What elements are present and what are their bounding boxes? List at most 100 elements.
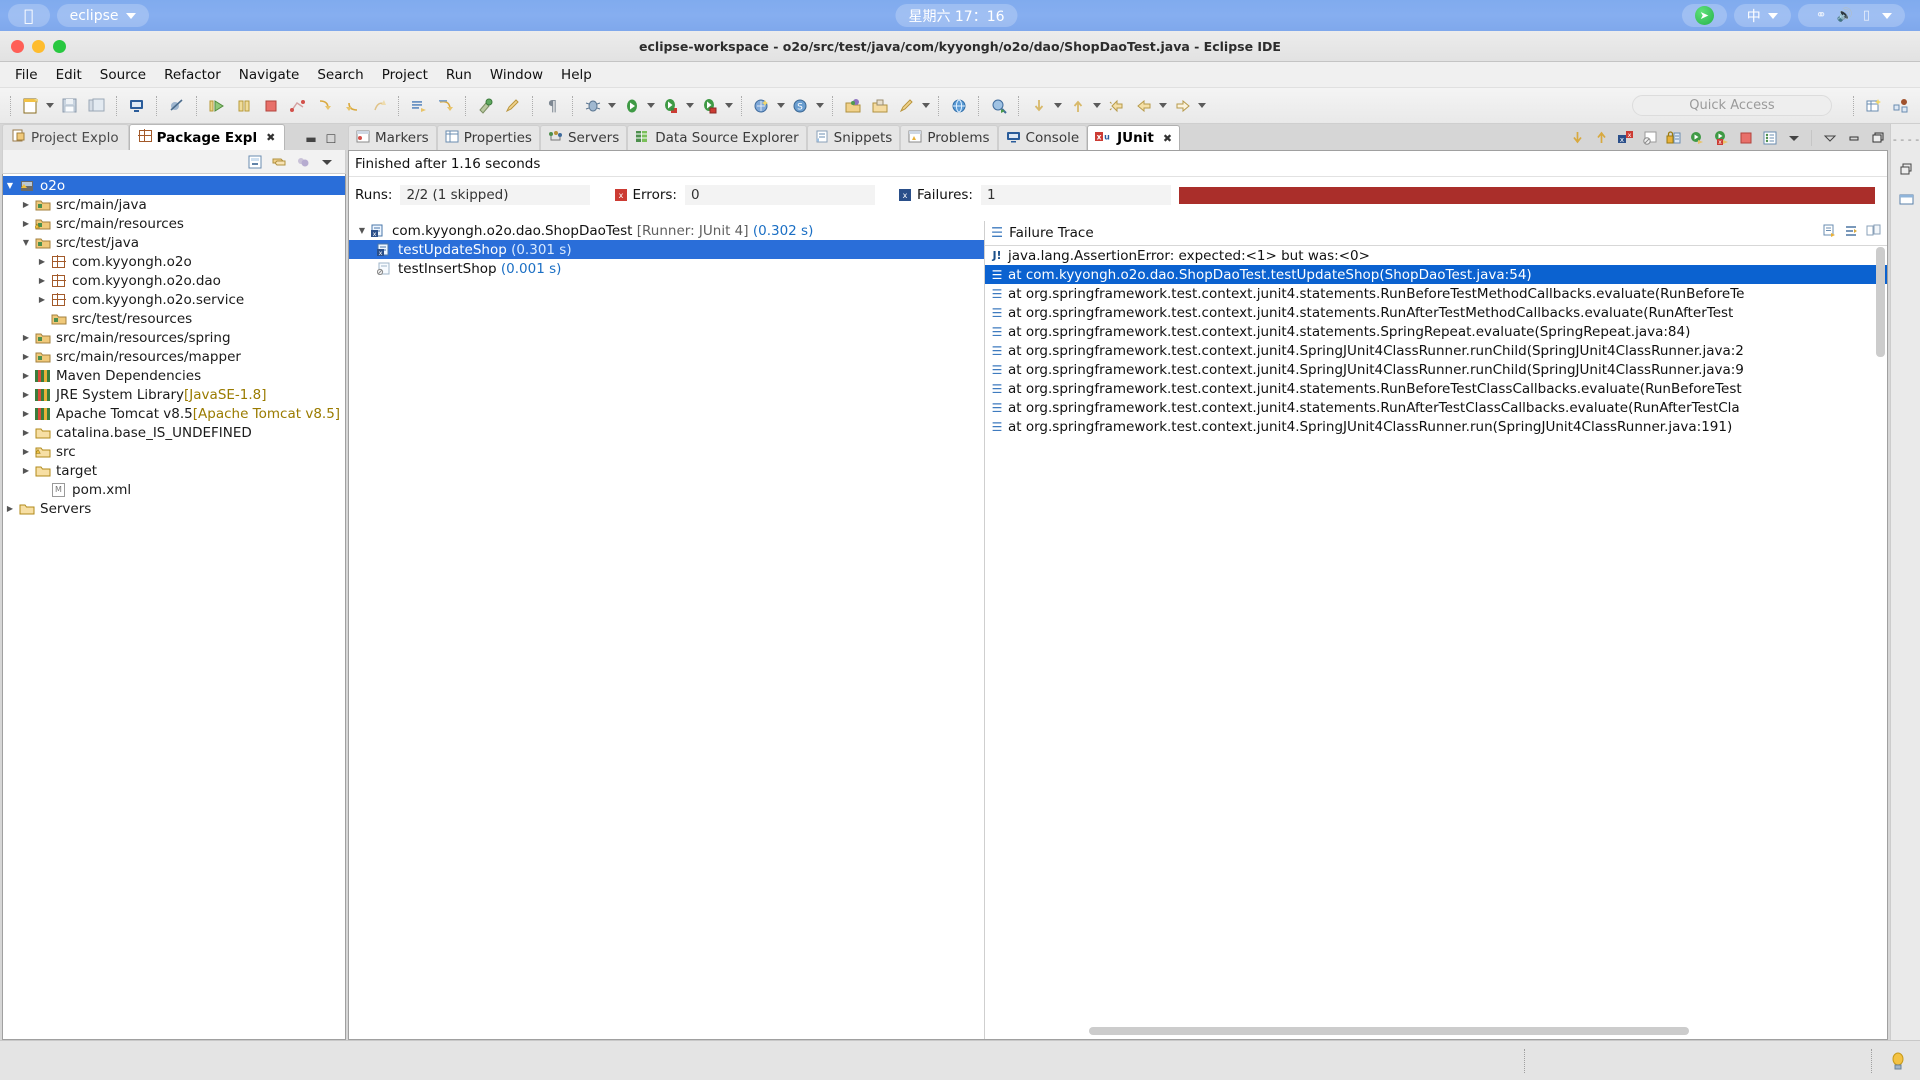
view-menu-icon[interactable] xyxy=(317,152,337,172)
last-edit-location-icon[interactable] xyxy=(1105,94,1128,117)
minimize-icon[interactable] xyxy=(1843,127,1864,148)
open-type-icon[interactable] xyxy=(841,94,864,117)
volume-icon[interactable]: 🔊 xyxy=(1837,8,1853,23)
run-config-icon[interactable] xyxy=(698,94,721,117)
restore-view-icon[interactable] xyxy=(1891,154,1920,184)
previous-annotation-dropdown-icon[interactable] xyxy=(1091,95,1103,117)
battery-icon[interactable]: ▯ xyxy=(1863,8,1870,23)
tree-item-src-test-resources[interactable]: src/test/resources xyxy=(3,309,345,328)
tab-markers[interactable]: Markers xyxy=(348,125,437,150)
system-status-group[interactable]: ⚭ 🔊 ▯ xyxy=(1797,4,1905,27)
new-class-icon[interactable]: S xyxy=(789,94,812,117)
tab-package-explorer[interactable]: Package Expl ✖ xyxy=(128,124,286,150)
twisty-down-icon[interactable]: ▼ xyxy=(355,226,369,235)
new-java-project-dropdown-icon[interactable] xyxy=(775,95,787,117)
failure-trace-list[interactable]: J! java.lang.AssertionError: expected:<1… xyxy=(985,246,1887,436)
twisty-right-icon[interactable]: ▶ xyxy=(35,257,49,266)
tree-item-apache-tomcat[interactable]: ▶ Apache Tomcat v8.5 [Apache Tomcat v8.5… xyxy=(3,404,345,423)
close-icon[interactable]: ✖ xyxy=(266,131,275,144)
bluetooth-icon[interactable]: ⚭ xyxy=(1816,8,1827,23)
failure-trace-frame[interactable]: ☰ at org.springframework.test.context.ju… xyxy=(985,379,1887,398)
pencil-icon[interactable] xyxy=(895,94,918,117)
back-dropdown-icon[interactable] xyxy=(1157,95,1169,117)
stop-icon[interactable] xyxy=(1735,127,1756,148)
step-into-icon[interactable] xyxy=(313,94,336,117)
menu-run[interactable]: Run xyxy=(437,65,481,85)
focus-on-active-task-icon[interactable] xyxy=(293,152,313,172)
twisty-right-icon[interactable]: ▶ xyxy=(19,390,33,399)
disconnect-icon[interactable] xyxy=(286,94,309,117)
save-icon[interactable] xyxy=(58,94,81,117)
menu-window[interactable]: Window xyxy=(481,65,552,85)
run-dropdown-icon[interactable] xyxy=(645,95,657,117)
previous-annotation-icon[interactable] xyxy=(1066,94,1089,117)
menu-search[interactable]: Search xyxy=(308,65,372,85)
app-menu-eclipse[interactable]: eclipse xyxy=(56,4,149,27)
menu-source[interactable]: Source xyxy=(91,65,155,85)
tree-item-src[interactable]: ▶ src xyxy=(3,442,345,461)
next-failure-icon[interactable] xyxy=(1567,127,1588,148)
minimize-icon[interactable]: ▬ xyxy=(302,130,320,148)
link-with-editor-icon[interactable] xyxy=(269,152,289,172)
open-task-icon[interactable] xyxy=(868,94,891,117)
failure-trace-vertical-scrollbar[interactable] xyxy=(1876,247,1885,357)
restore-icon[interactable]: - - - - xyxy=(1891,124,1920,154)
tab-junit[interactable]: xu JUnit ✖ xyxy=(1087,125,1181,150)
twisty-right-icon[interactable]: ▶ xyxy=(19,371,33,380)
drop-to-frame-icon[interactable] xyxy=(434,94,457,117)
tree-item-src-main-resources-spring[interactable]: ▶ src/main/resources/spring xyxy=(3,328,345,347)
tree-item-servers[interactable]: ▶ Servers xyxy=(3,499,345,518)
failure-trace-frame[interactable]: ☰ at org.springframework.test.context.ju… xyxy=(985,398,1887,417)
tree-item-catalina-base[interactable]: ▶ catalina.base_IS_UNDEFINED xyxy=(3,423,345,442)
tree-item-com-kyyongh-o2o[interactable]: ▶ com.kyyongh.o2o xyxy=(3,252,345,271)
tree-item-pom-xml[interactable]: M pom.xml xyxy=(3,480,345,499)
paragraph-icon[interactable]: ¶ xyxy=(541,94,564,117)
terminate-icon[interactable] xyxy=(259,94,282,117)
twisty-right-icon[interactable]: ▶ xyxy=(19,447,33,456)
failure-trace-frame[interactable]: ☰ at com.kyyongh.o2o.dao.ShopDaoTest.tes… xyxy=(985,265,1887,284)
twisty-right-icon[interactable]: ▶ xyxy=(35,276,49,285)
next-annotation-dropdown-icon[interactable] xyxy=(1052,95,1064,117)
tab-snippets[interactable]: Snippets xyxy=(806,125,901,150)
suspend-icon[interactable] xyxy=(232,94,255,117)
menu-navigate[interactable]: Navigate xyxy=(230,65,309,85)
next-annotation-icon[interactable] xyxy=(1027,94,1050,117)
twisty-right-icon[interactable]: ▶ xyxy=(19,352,33,361)
save-all-icon[interactable] xyxy=(85,94,108,117)
tree-item-maven-dependencies[interactable]: ▶ Maven Dependencies xyxy=(3,366,345,385)
tree-item-target[interactable]: ▶ target xyxy=(3,461,345,480)
forward-dropdown-icon[interactable] xyxy=(1196,95,1208,117)
tab-properties[interactable]: Properties xyxy=(436,125,540,150)
test-class-row[interactable]: ▼ x com.kyyongh.o2o.dao.ShopDaoTest [Run… xyxy=(349,221,984,240)
run-config-dropdown-icon[interactable] xyxy=(723,95,735,117)
failure-trace-frame[interactable]: ☰ at org.springframework.test.context.ju… xyxy=(985,417,1887,436)
forward-icon[interactable] xyxy=(1171,94,1194,117)
tree-item-src-main-resources-mapper[interactable]: ▶ src/main/resources/mapper xyxy=(3,347,345,366)
skip-all-breakpoints-icon[interactable] xyxy=(165,94,188,117)
clock[interactable]: 星期六 17：16 xyxy=(895,4,1018,27)
test-row-testUpdateShop[interactable]: x testUpdateShop (0.301 s) xyxy=(349,240,984,259)
test-run-history-icon[interactable] xyxy=(1759,127,1780,148)
maximize-icon[interactable]: ☐ xyxy=(322,130,340,148)
failure-trace-frame[interactable]: ☰ at org.springframework.test.context.ju… xyxy=(985,303,1887,322)
back-icon[interactable] xyxy=(1132,94,1155,117)
filter-stack-trace-icon[interactable] xyxy=(1844,224,1859,242)
twisty-right-icon[interactable]: ▶ xyxy=(19,219,33,228)
collapse-all-icon[interactable] xyxy=(245,152,265,172)
twisty-right-icon[interactable]: ▶ xyxy=(19,200,33,209)
menu-edit[interactable]: Edit xyxy=(47,65,91,85)
run-as-icon[interactable] xyxy=(659,94,682,117)
copy-trace-icon[interactable] xyxy=(1822,224,1837,242)
twisty-right-icon[interactable]: ▶ xyxy=(19,428,33,437)
tree-item-com-kyyongh-o2o-dao[interactable]: ▶ com.kyyongh.o2o.dao xyxy=(3,271,345,290)
package-explorer-tree[interactable]: ▼ o2o ▶ src/main/java ▶ src/main/resourc… xyxy=(2,174,346,1040)
step-return-icon[interactable] xyxy=(367,94,390,117)
debug-dropdown-icon[interactable] xyxy=(606,95,618,117)
failure-trace-frame[interactable]: ☰ at org.springframework.test.context.ju… xyxy=(985,322,1887,341)
new-java-project-icon[interactable] xyxy=(750,94,773,117)
menu-project[interactable]: Project xyxy=(373,65,437,85)
menu-file[interactable]: File xyxy=(6,65,47,85)
java-perspective-icon[interactable] xyxy=(1889,94,1912,117)
external-tools-icon[interactable] xyxy=(474,94,497,117)
twisty-right-icon[interactable]: ▶ xyxy=(19,409,33,418)
